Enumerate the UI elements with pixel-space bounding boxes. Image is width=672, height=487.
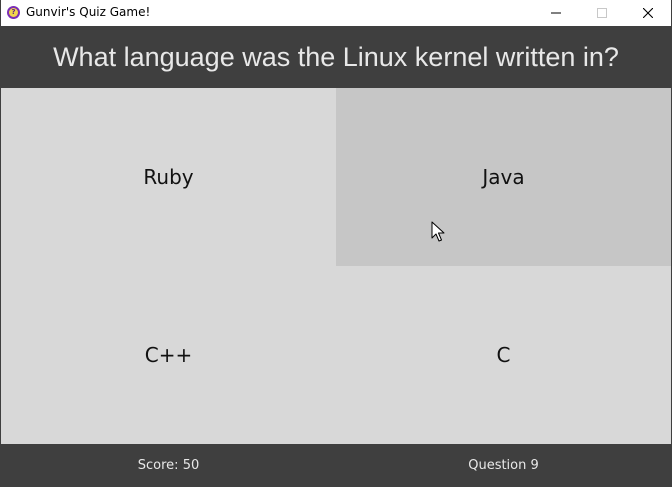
minimize-icon — [551, 12, 561, 14]
question-text: What language was the Linux kernel writt… — [53, 41, 619, 72]
answer-label: C++ — [144, 343, 193, 367]
answer-button-1[interactable]: Ruby — [1, 88, 336, 266]
answer-label: Java — [482, 165, 525, 189]
question-header: What language was the Linux kernel writt… — [1, 26, 671, 88]
answers-grid: Ruby Java C++ C — [1, 88, 671, 444]
status-footer: Score: 50 Question 9 — [1, 444, 671, 486]
close-icon — [643, 8, 653, 18]
window-title: Gunvir's Quiz Game! — [26, 5, 151, 19]
answer-button-3[interactable]: C++ — [1, 266, 336, 444]
quiz-window: ? Gunvir's Quiz Game! What language was … — [0, 0, 672, 487]
answer-label: Ruby — [143, 165, 194, 189]
question-counter: Question 9 — [468, 457, 539, 473]
question-mark-icon: ? — [7, 6, 20, 19]
answer-label: C — [496, 343, 511, 367]
maximize-button[interactable] — [579, 0, 625, 26]
minimize-button[interactable] — [533, 0, 579, 26]
title-bar[interactable]: ? Gunvir's Quiz Game! — [1, 0, 671, 26]
close-button[interactable] — [625, 0, 671, 26]
answer-button-4[interactable]: C — [336, 266, 671, 444]
maximize-icon — [597, 8, 607, 18]
score-label: Score: 50 — [137, 457, 200, 473]
answer-button-2[interactable]: Java — [336, 88, 671, 266]
